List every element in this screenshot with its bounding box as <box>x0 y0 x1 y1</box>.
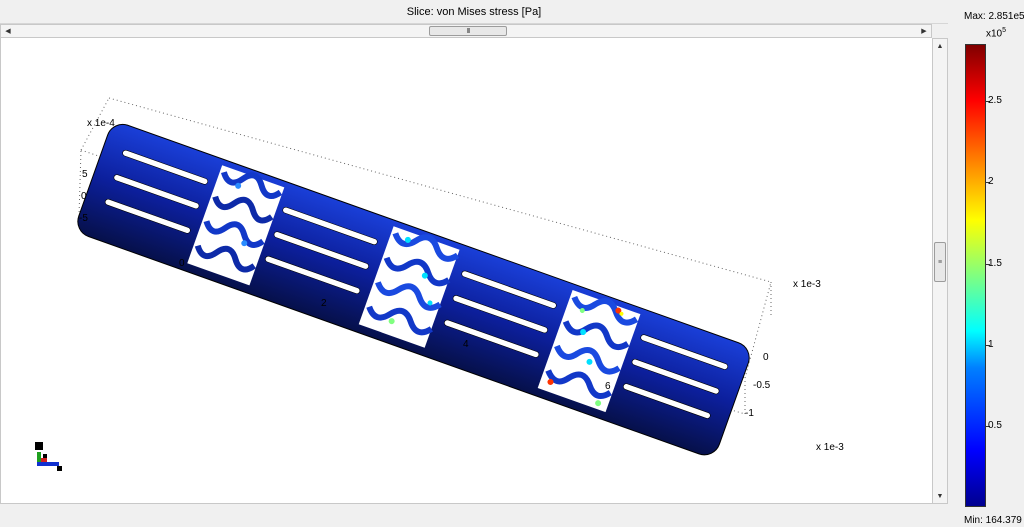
y-tick-label: 5 <box>82 169 88 180</box>
status-strip <box>0 504 948 527</box>
z-axis-scale: x 1e-3 <box>816 442 844 453</box>
legend-min-value: Min: 164.379 <box>964 515 1022 526</box>
legend-exponent-power: 5 <box>1002 27 1007 34</box>
plot-title-bar: Slice: von Mises stress [Pa] <box>0 0 948 24</box>
comsol-plot-window: Slice: von Mises stress [Pa] ◀ III ▶ x 1… <box>0 0 1024 527</box>
colorbar-tick-label: 1 <box>988 338 994 350</box>
vertical-scrollbar[interactable]: ▲ ≡ ▼ <box>932 38 948 504</box>
x-tick-label: 4 <box>463 339 469 350</box>
legend-max-value: Max: 2.851e5 <box>964 11 1024 22</box>
x-axis-scale: x 1e-3 <box>793 279 821 290</box>
stent-3d-plot[interactable]: x 1e-4 5 0 -5 0 2 4 6 x 1e-3 0 -0.5 -1 x… <box>1 38 932 504</box>
x-tick-label: 2 <box>321 298 327 309</box>
axis-orientation-triad-icon <box>35 442 62 471</box>
colorbar-tick-label: 0.5 <box>988 420 1002 432</box>
colorbar-tick-label: 2.5 <box>988 95 1002 107</box>
vertical-scroll-thumb[interactable]: ≡ <box>934 242 946 282</box>
x-tick-label: 0 <box>179 258 185 269</box>
scroll-right-arrow-icon[interactable]: ▶ <box>917 25 931 37</box>
graphics-viewport[interactable]: x 1e-4 5 0 -5 0 2 4 6 x 1e-3 0 -0.5 -1 x… <box>0 38 932 504</box>
scroll-left-arrow-icon[interactable]: ◀ <box>1 25 15 37</box>
y-tick-label: -5 <box>79 213 88 224</box>
z-tick-label: 0 <box>763 352 769 363</box>
stent-geometry <box>77 123 750 456</box>
legend-exponent-base: x10 <box>986 28 1003 40</box>
colorbar-tick-label: 2 <box>988 176 994 188</box>
z-tick-label: -1 <box>745 408 754 419</box>
horizontal-scrollbar[interactable]: ◀ III ▶ <box>0 24 932 38</box>
x-tick-label: 6 <box>605 381 611 392</box>
colorbar-tick-label: 1.5 <box>988 257 1002 269</box>
y-tick-label: 0 <box>81 191 87 202</box>
colorbar <box>965 44 986 507</box>
y-axis-scale: x 1e-4 <box>87 118 115 129</box>
legend-exponent: x105 <box>986 27 1006 39</box>
color-legend-panel: Max: 2.851e5 x105 2.5 2 1.5 1 0.5 Min: 164.3… <box>948 0 1024 527</box>
scroll-down-arrow-icon[interactable]: ▼ <box>933 489 947 503</box>
plot-title: Slice: von Mises stress [Pa] <box>406 5 542 18</box>
z-tick-label: -0.5 <box>753 380 771 391</box>
scroll-up-arrow-icon[interactable]: ▲ <box>933 39 947 53</box>
horizontal-scroll-thumb[interactable]: III <box>429 26 507 36</box>
